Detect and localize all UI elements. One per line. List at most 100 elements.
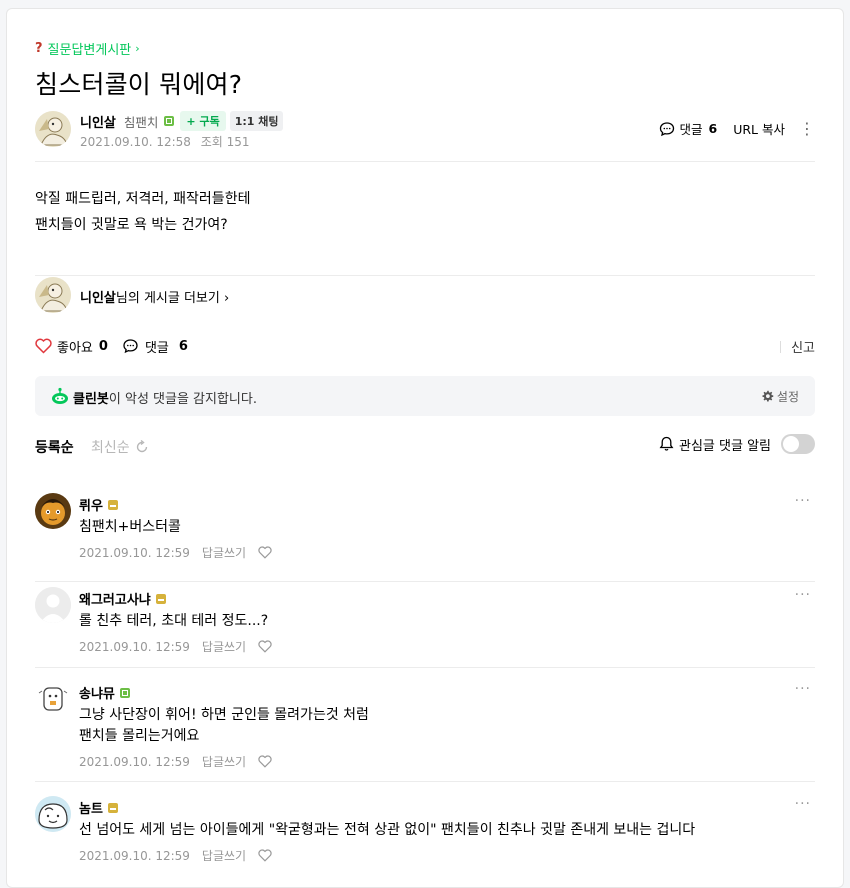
- author-avatar-small[interactable]: [35, 277, 71, 313]
- comment-like-heart-icon[interactable]: [258, 640, 272, 653]
- commenter-name[interactable]: 송냐뮤: [79, 683, 115, 702]
- comment-text: 그냥 사단장이 휘어! 하면 군인들 몰려가는것 처럼 팬치들 몰리는거에요: [79, 705, 369, 747]
- comment-text: 선 넘어도 세게 넘는 아이들에게 "왁굳형과는 전혀 상관 없이" 팬치들이 …: [79, 820, 695, 841]
- post-body-line: 팬치들이 귓말로 욕 박는 건가여?: [35, 217, 228, 233]
- comment-line: 그냥 사단장이 휘어! 하면 군인들 몰려가는것 처럼: [79, 707, 369, 723]
- bell-icon: [659, 436, 674, 451]
- cleanbot-settings-button[interactable]: 설정: [761, 388, 799, 405]
- comment-count: 6: [178, 338, 188, 354]
- post-views: 조회 151: [200, 135, 250, 149]
- commenter-name[interactable]: 뤼우: [79, 495, 103, 514]
- comment-meta: 2021.09.10. 12:59 답글쓰기: [79, 847, 272, 864]
- cleanbot-icon: [52, 387, 68, 404]
- comment-more-icon[interactable]: ···: [795, 796, 811, 812]
- comment-notify-toggle-row: 관심글 댓글 알림: [659, 434, 815, 454]
- comment-line: 팬치들 몰리는거에요: [79, 728, 200, 744]
- author-name[interactable]: 니인살: [80, 112, 116, 131]
- heart-icon: [35, 338, 52, 354]
- url-copy-button[interactable]: URL 복사: [733, 119, 785, 138]
- level-badge-icon: [119, 687, 130, 698]
- comment-more-icon[interactable]: ···: [795, 493, 811, 509]
- like-button[interactable]: 좋아요 0: [35, 337, 108, 356]
- post-tools: 댓글 6 URL 복사 ⋮: [659, 119, 815, 138]
- commenter-avatar[interactable]: [35, 587, 71, 623]
- comment-item: 송냐뮤 그냥 사단장이 휘어! 하면 군인들 몰려가는것 처럼 팬치들 몰리는거…: [35, 675, 815, 791]
- commenter-name-line: 뤼우: [79, 495, 118, 514]
- author-more-posts[interactable]: 니인살님의 게시글 더보기 ›: [35, 277, 815, 313]
- divider: [35, 275, 815, 276]
- post-date: 2021.09.10. 12:58: [80, 135, 191, 149]
- commenter-name-line: 송냐뮤: [79, 683, 130, 702]
- comment-more-icon[interactable]: ···: [795, 587, 811, 603]
- comment-bubble-icon: [123, 339, 138, 354]
- post-body-line: 악질 패드립러, 저격러, 패작러들한테: [35, 191, 251, 207]
- board-link[interactable]: ? 질문답변게시판 ›: [35, 39, 140, 58]
- more-options-icon[interactable]: ⋮: [799, 120, 815, 136]
- reply-button[interactable]: 답글쓰기: [202, 638, 246, 655]
- reply-button[interactable]: 답글쓰기: [202, 753, 246, 770]
- like-label: 좋아요: [57, 340, 93, 356]
- reply-button[interactable]: 답글쓰기: [202, 544, 246, 561]
- more-posts-author: 니인살: [80, 291, 116, 306]
- comment-item: 왜그러고사냐 롤 친추 테러, 초대 테러 정도...? 2021.09.10.…: [35, 581, 815, 677]
- commenter-avatar[interactable]: [35, 493, 71, 529]
- article-card: ? 질문답변게시판 › 침스터콜이 뭐에여? 니인살 침팬치 + 구독 1:1 …: [6, 8, 844, 888]
- sort-registered-tab[interactable]: 등록순: [35, 437, 74, 457]
- author-name-line: 니인살 침팬치 + 구독 1:1 채팅: [80, 111, 284, 131]
- cleanbot-name: 클린봇: [73, 392, 109, 407]
- comment-date: 2021.09.10. 12:59: [79, 545, 190, 560]
- comment-sort-bar: 등록순 최신순 관심글 댓글 알림: [35, 434, 815, 458]
- comment-more-icon[interactable]: ···: [795, 681, 811, 697]
- comment-text: 롤 친추 테러, 초대 테러 정도...?: [79, 611, 268, 632]
- reply-button[interactable]: 답글쓰기: [202, 847, 246, 864]
- report-button[interactable]: 신고: [780, 337, 815, 356]
- comment-like-heart-icon[interactable]: [258, 755, 272, 768]
- cleanbot-text: 클린봇이 악성 댓글을 감지합니다.: [73, 388, 257, 407]
- commenter-name-line: 놈트: [79, 798, 118, 817]
- sort-latest-label: 최신순: [91, 440, 130, 456]
- more-posts-link[interactable]: 니인살님의 게시글 더보기 ›: [80, 287, 229, 306]
- comment-button[interactable]: 댓글 6: [122, 337, 188, 356]
- comment-date: 2021.09.10. 12:59: [79, 754, 190, 769]
- comment-like-heart-icon[interactable]: [258, 849, 272, 862]
- chat-button[interactable]: 1:1 채팅: [229, 111, 284, 131]
- comment-date: 2021.09.10. 12:59: [79, 639, 190, 654]
- commenter-avatar[interactable]: [35, 796, 71, 832]
- cleanbot-banner: 클린봇이 악성 댓글을 감지합니다. 설정: [35, 376, 815, 416]
- commenter-name[interactable]: 놈트: [79, 798, 103, 817]
- divider: [35, 667, 815, 668]
- author-row: 니인살 침팬치 + 구독 1:1 채팅 2021.09.10. 12:58 조회…: [35, 105, 815, 155]
- notify-toggle[interactable]: [781, 434, 815, 454]
- vip-badge-icon: [155, 593, 166, 604]
- comment-label: 댓글: [679, 122, 703, 137]
- settings-label: 설정: [776, 390, 799, 404]
- question-mark-icon: ?: [35, 41, 43, 56]
- notify-label: 관심글 댓글 알림: [679, 438, 771, 454]
- comment-item: 놈트 선 넘어도 세게 넘는 아이들에게 "왁굳형과는 전혀 상관 없이" 팬치…: [35, 790, 815, 886]
- sort-latest-tab[interactable]: 최신순: [91, 437, 149, 457]
- commenter-avatar[interactable]: [35, 681, 71, 717]
- vip-badge-icon: [107, 802, 118, 813]
- cleanbot-message: 이 악성 댓글을 감지합니다.: [108, 392, 257, 407]
- author-grade: 침팬치: [123, 114, 159, 130]
- refresh-icon[interactable]: [135, 440, 149, 454]
- level-icon: [164, 116, 175, 126]
- comment-count-button[interactable]: 댓글 6: [659, 119, 718, 138]
- board-name[interactable]: 질문답변게시판: [48, 39, 132, 58]
- comment-line: 침팬치+버스터콜: [79, 519, 181, 535]
- more-posts-label: 님의 게시글 더보기: [115, 291, 220, 306]
- comment-date: 2021.09.10. 12:59: [79, 848, 190, 863]
- post-body: 악질 패드립러, 저격러, 패작러들한테 팬치들이 귓말로 욕 박는 건가여?: [35, 186, 250, 238]
- subscribe-button[interactable]: + 구독: [180, 111, 226, 131]
- chevron-right-icon: ›: [223, 291, 230, 306]
- commenter-name[interactable]: 왜그러고사냐: [79, 589, 151, 608]
- author-avatar[interactable]: [35, 111, 71, 147]
- comment-meta: 2021.09.10. 12:59 답글쓰기: [79, 753, 272, 770]
- commenter-name-line: 왜그러고사냐: [79, 589, 166, 608]
- comment-meta: 2021.09.10. 12:59 답글쓰기: [79, 638, 272, 655]
- chevron-right-icon: ›: [135, 42, 140, 55]
- comment-count: 6: [708, 121, 718, 136]
- comment-like-heart-icon[interactable]: [258, 546, 272, 559]
- comment-line: 롤 친추 테러, 초대 테러 정도...?: [79, 613, 269, 629]
- reaction-bar: 좋아요 0 댓글 6 신고: [35, 335, 815, 357]
